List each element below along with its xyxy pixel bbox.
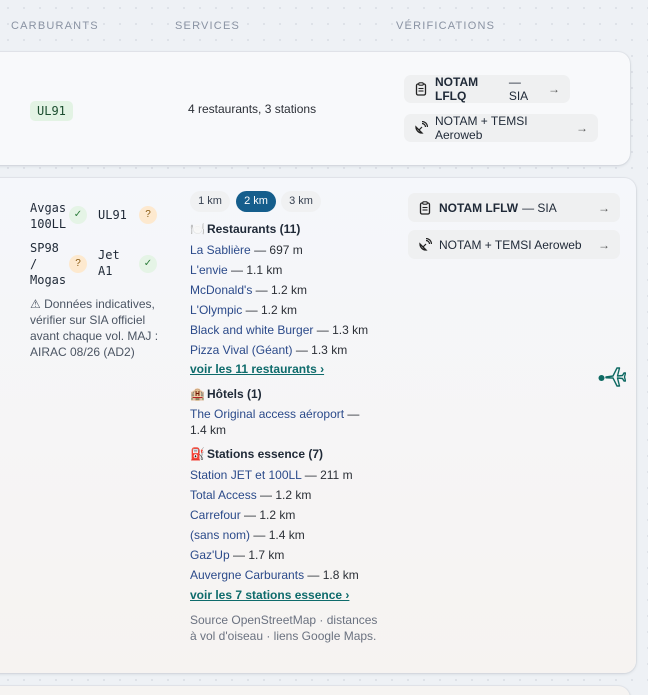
fuel-code-label: SP98/Mogas [30,241,67,287]
notam-lflq-code: NOTAM LFLQ [435,75,479,103]
temsi-aeroweb-link[interactable]: NOTAM + TEMSI Aeroweb → [404,114,598,142]
list-item[interactable]: (sans nom) — 1.4 km [190,527,380,543]
list-item[interactable]: The Original access aéroport — 1.4 km [190,406,378,438]
clipboard-icon [414,82,428,96]
fuel-code-label: Jet A1 [98,248,120,278]
clipboard-icon [418,200,432,215]
list-item[interactable]: L'Olympic — 1.2 km [190,302,380,318]
fuel-pill-ul91: UL91 [30,101,73,121]
cutlery-icon: 🍽️ [190,222,205,236]
temsi-label: NOTAM + TEMSI Aeroweb [439,237,582,252]
notam-lflw-suffix: — SIA [522,200,557,215]
airplane-icon[interactable] [598,364,626,388]
column-header-fuels: CARBURANTS [11,20,99,32]
list-item[interactable]: Carrefour — 1.2 km [190,507,380,523]
list-item[interactable]: Total Access — 1.2 km [190,487,380,503]
arrow-right-icon: → [598,200,610,215]
radius-tab-3km[interactable]: 3 km [281,191,321,212]
data-disclaimer: ⚠ Données indicatives, vérifier sur SIA … [30,297,159,359]
list-item[interactable]: Auvergne Carburants — 1.8 km [190,567,380,583]
list-item[interactable]: Pizza Vival (Géant) — 1.3 km [190,342,380,358]
list-item[interactable]: Station JET et 100LL — 211 m [190,467,380,483]
stations-heading: ⛽ Stations essence (7) [190,447,323,461]
hotel-icon: 🏨 [190,387,205,401]
fuel-avgas-100ll: Avgas 100LL [30,200,66,232]
list-item[interactable]: La Sablière — 697 m [190,242,380,258]
satellite-dish-icon [414,121,428,135]
notam-lflq-link[interactable]: NOTAM LFLQ — SIA → [404,75,570,103]
list-item[interactable]: McDonald's — 1.2 km [190,282,380,298]
fuel-code-label: Avgas 100LL [30,201,67,231]
arrow-right-icon: → [548,82,560,96]
restaurants-heading: 🍽️ Restaurants (11) [190,222,301,236]
fuel-unknown-icon: ? [139,206,157,224]
list-item[interactable]: L'envie — 1.1 km [190,262,380,278]
hotels-heading: 🏨 Hôtels (1) [190,387,262,401]
list-item[interactable]: Black and white Burger — 1.3 km [190,322,390,338]
fuel-ul91: UL91 [98,208,127,222]
see-all-stations-link[interactable]: voir les 7 stations essence › [190,588,349,602]
column-header-services: SERVICES [175,20,241,32]
list-item[interactable]: Gaz'Up — 1.7 km [190,547,380,563]
notam-lflq-suffix: — SIA [508,75,529,103]
fuel-jet-a1: Jet A1 [98,247,120,279]
arrow-right-icon: → [598,237,610,252]
notam-lflw-link[interactable]: NOTAM LFLW — SIA → [408,193,620,222]
temsi-label: NOTAM + TEMSI Aeroweb [435,114,528,142]
see-all-restaurants-link[interactable]: voir les 11 restaurants › [190,362,324,376]
source-note: Source OpenStreetMap · distances à vol d… [190,613,378,643]
fuel-available-check-icon: ✓ [139,255,157,273]
fuel-unknown-icon: ? [69,255,87,273]
satellite-dish-icon [418,237,432,252]
services-summary: 4 restaurants, 3 stations [188,102,317,116]
fuel-available-check-icon: ✓ [69,206,87,224]
notam-lflw-code: NOTAM LFLW [439,200,519,215]
temsi-aeroweb-link[interactable]: NOTAM + TEMSI Aeroweb → [408,230,620,259]
fuel-pump-icon: ⛽ [190,447,205,461]
arrow-right-icon: → [576,121,588,135]
airfield-row-next[interactable] [0,686,630,695]
column-header-checks: VÉRIFICATIONS [396,20,496,32]
radius-tab-2km[interactable]: 2 km [236,191,276,212]
radius-tab-1km[interactable]: 1 km [190,191,230,212]
fuel-sp98-mogas: SP98/Mogas [30,240,66,288]
